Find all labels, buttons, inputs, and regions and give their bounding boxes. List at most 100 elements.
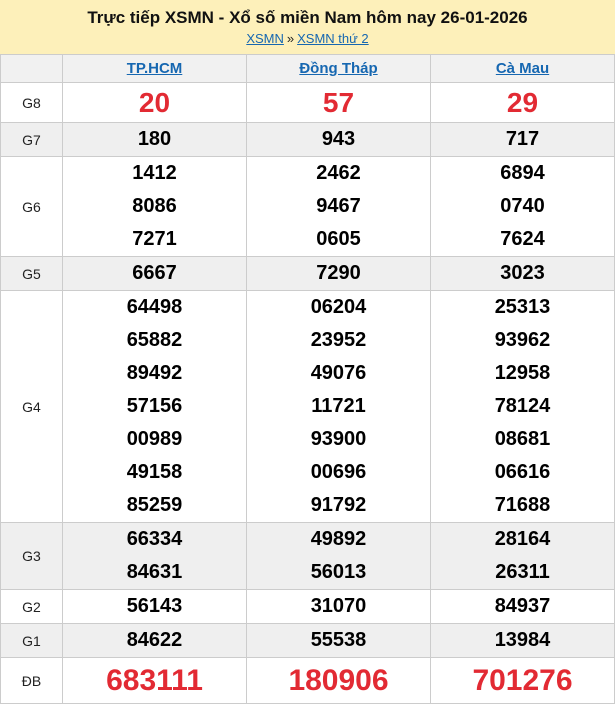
prize-cell: 64498658828949257156009894915885259 [63,291,247,523]
prize-value: 23952 [247,324,430,357]
prize-label: G4 [1,291,63,523]
table-row: G1846225553813984 [1,624,615,658]
prize-value: 0605 [247,223,430,256]
prize-value: 65882 [63,324,246,357]
prize-value: 180 [63,123,246,156]
prize-value: 08681 [431,423,614,456]
prize-value: 6894 [431,157,614,190]
prize-label: G1 [1,624,63,658]
prize-value: 56013 [247,556,430,589]
prize-value: 7290 [247,257,430,290]
prize-cell: 683111 [63,658,247,704]
prize-value: 0740 [431,190,614,223]
page-banner: Trực tiếp XSMN - Xổ số miền Nam hôm nay … [0,0,615,54]
column-link-tphcm[interactable]: TP.HCM [127,60,183,77]
prize-value: 29 [431,83,614,122]
prize-value: 78124 [431,390,614,423]
table-row: G2561433107084937 [1,590,615,624]
prize-value: 71688 [431,489,614,522]
prize-value: 64498 [63,291,246,324]
prize-value: 56143 [63,590,246,623]
prize-value: 31070 [247,590,430,623]
prize-value: 00696 [247,456,430,489]
prize-cell: 20 [63,83,247,123]
prize-value: 84937 [431,590,614,623]
prize-value: 6667 [63,257,246,290]
prize-value: 93962 [431,324,614,357]
prize-value: 2462 [247,157,430,190]
table-row: G5666772903023 [1,257,615,291]
header-row: TP.HCM Đồng Tháp Cà Mau [1,55,615,83]
prize-value: 13984 [431,624,614,657]
prize-value: 1412 [63,157,246,190]
prize-cell: 29 [431,83,615,123]
prize-value: 7624 [431,223,614,256]
prize-value: 49158 [63,456,246,489]
table-row: G3663348463149892560132816426311 [1,523,615,590]
prize-label: G8 [1,83,63,123]
table-row: G8205729 [1,83,615,123]
prize-label: G7 [1,123,63,157]
corner-header [1,55,63,83]
prize-cell: 180906 [247,658,431,704]
prize-label: G6 [1,157,63,257]
breadcrumb: XSMN»XSMN thứ 2 [0,31,615,47]
prize-cell: 06204239524907611721939000069691792 [247,291,431,523]
prize-value: 683111 [63,658,246,703]
prize-value: 84622 [63,624,246,657]
prize-value: 701276 [431,658,614,703]
prize-value: 3023 [431,257,614,290]
breadcrumb-link-xsmn-thu2[interactable]: XSMN thứ 2 [297,31,369,46]
prize-value: 11721 [247,390,430,423]
prize-cell: 4989256013 [247,523,431,590]
prize-cell: 84937 [431,590,615,624]
prize-value: 717 [431,123,614,156]
prize-value: 06204 [247,291,430,324]
prize-value: 9467 [247,190,430,223]
column-link-dongthap[interactable]: Đồng Tháp [299,60,377,77]
breadcrumb-link-xsmn[interactable]: XSMN [246,31,284,46]
prize-cell: 180 [63,123,247,157]
prize-label: G2 [1,590,63,624]
prize-value: 93900 [247,423,430,456]
prize-value: 91792 [247,489,430,522]
prize-value: 8086 [63,190,246,223]
table-row: G6141280867271246294670605689407407624 [1,157,615,257]
prize-cell: 689407407624 [431,157,615,257]
prize-value: 49892 [247,523,430,556]
prize-value: 12958 [431,357,614,390]
prize-cell: 57 [247,83,431,123]
prize-value: 28164 [431,523,614,556]
prize-value: 49076 [247,357,430,390]
prize-cell: 7290 [247,257,431,291]
prize-cell: 84622 [63,624,247,658]
prize-value: 89492 [63,357,246,390]
prize-value: 26311 [431,556,614,589]
prize-value: 57156 [63,390,246,423]
prize-value: 85259 [63,489,246,522]
prize-value: 00989 [63,423,246,456]
column-link-camau[interactable]: Cà Mau [496,60,549,77]
prize-value: 06616 [431,456,614,489]
prize-value: 180906 [247,658,430,703]
prize-label: G5 [1,257,63,291]
prize-cell: 31070 [247,590,431,624]
prize-cell: 25313939621295878124086810661671688 [431,291,615,523]
prize-cell: 141280867271 [63,157,247,257]
prize-value: 20 [63,83,246,122]
prize-value: 7271 [63,223,246,256]
prize-value: 943 [247,123,430,156]
prize-value: 55538 [247,624,430,657]
results-body: G8205729G7180943717G61412808672712462946… [1,83,615,704]
table-row: G7180943717 [1,123,615,157]
prize-cell: 3023 [431,257,615,291]
prize-cell: 13984 [431,624,615,658]
prize-cell: 246294670605 [247,157,431,257]
page-title: Trực tiếp XSMN - Xổ số miền Nam hôm nay … [0,8,615,28]
prize-label: G3 [1,523,63,590]
table-row: G464498658828949257156009894915885259062… [1,291,615,523]
prize-value: 84631 [63,556,246,589]
prize-cell: 56143 [63,590,247,624]
lottery-results-table: TP.HCM Đồng Tháp Cà Mau G8205729G7180943… [0,54,615,704]
prize-cell: 6667 [63,257,247,291]
